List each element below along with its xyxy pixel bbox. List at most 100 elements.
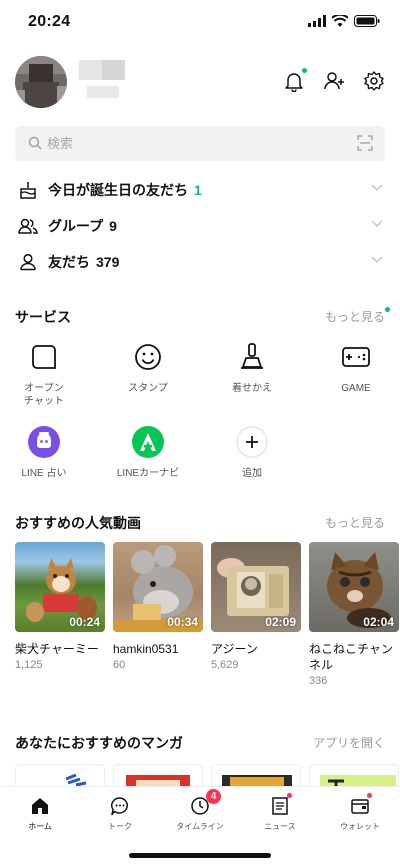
- home-indicator: [129, 853, 271, 858]
- tab-label: ウォレット: [340, 822, 380, 831]
- manga-open-app-link[interactable]: アプリを開く: [313, 734, 385, 751]
- bottom-tab-bar: ホーム トーク 4 タイムライン ニュース ウォレット: [0, 786, 400, 866]
- chevron-down-icon: [371, 256, 383, 263]
- video-thumbnail[interactable]: 00:34: [113, 542, 203, 632]
- wifi-icon: [332, 15, 348, 27]
- video-views: 5,629: [211, 659, 239, 671]
- car-navi-icon: [132, 426, 164, 458]
- row-count: 9: [109, 218, 117, 234]
- video-card[interactable]: 02:04 ねこねこチャンネル 336: [309, 542, 399, 687]
- tab-timeline[interactable]: 4 タイムライン: [160, 789, 240, 832]
- search-input[interactable]: [47, 126, 347, 161]
- video-title: ねこねこチャンネル: [309, 642, 393, 672]
- video-title: hamkin0531: [113, 642, 179, 656]
- tab-label: ニュース: [264, 822, 296, 831]
- tab-talk[interactable]: トーク: [80, 795, 160, 832]
- news-icon: [272, 797, 288, 815]
- service-car-navi[interactable]: LINEカーナビ: [103, 426, 193, 480]
- row-label: 今日が誕生日の友だち: [48, 182, 188, 198]
- friends-row[interactable]: 友だち 379: [15, 244, 385, 280]
- wallet-icon-wrap: [349, 793, 372, 817]
- chevron-down-icon: [371, 184, 383, 191]
- service-label: GAME: [341, 383, 371, 394]
- video-duration: 00:34: [167, 615, 198, 629]
- video-views: 60: [113, 659, 126, 671]
- status-bar: 20:24: [0, 0, 400, 46]
- news-icon-wrap: [269, 793, 292, 817]
- video-views: 336: [309, 675, 328, 687]
- service-label: 着せかえ: [232, 383, 272, 394]
- gear-icon: [364, 71, 384, 91]
- videos-title: おすすめの人気動画: [15, 515, 141, 531]
- video-thumbnail[interactable]: 00:24: [15, 542, 105, 632]
- services-new-dot: [385, 307, 390, 312]
- birthday-friends-row[interactable]: 今日が誕生日の友だち 1: [15, 172, 385, 208]
- service-label: LINE 占い: [21, 468, 67, 479]
- video-title: アジーン: [211, 642, 258, 656]
- video-duration: 00:24: [69, 615, 100, 629]
- service-openchat[interactable]: オープン チャット: [0, 341, 89, 408]
- wallet-icon: [351, 799, 369, 814]
- add-friend-icon: [324, 72, 344, 90]
- service-label: スタンプ: [128, 383, 168, 394]
- profile-name-blurred: [79, 60, 125, 80]
- top-actions: [283, 68, 385, 93]
- row-count: 379: [96, 254, 120, 270]
- signal-icon: [308, 15, 326, 27]
- status-time: 20:24: [28, 13, 71, 30]
- services-more-link[interactable]: もっと見る: [325, 308, 385, 325]
- video-thumbnail[interactable]: 02:04: [309, 542, 399, 632]
- chat-icon: [111, 797, 128, 816]
- add-friend-button[interactable]: [323, 70, 345, 92]
- status-icons: [308, 15, 380, 27]
- avatar[interactable]: [15, 56, 67, 108]
- chevron-down-icon: [371, 220, 383, 227]
- person-icon: [20, 253, 36, 271]
- video-thumbnail[interactable]: 02:09: [211, 542, 301, 632]
- service-add[interactable]: 追加: [207, 426, 297, 480]
- timeline-icon-wrap: 4: [189, 789, 221, 817]
- service-game[interactable]: GAME: [311, 341, 400, 395]
- news-dot: [287, 793, 292, 798]
- qr-scan-icon[interactable]: [357, 135, 373, 151]
- profile-status-blurred: [87, 86, 119, 98]
- brush-icon: [241, 343, 263, 369]
- services-title: サービス: [15, 309, 71, 325]
- tab-label: ホーム: [28, 822, 52, 831]
- row-count: 1: [194, 182, 202, 198]
- manga-title: あなたにおすすめのマンガ: [15, 735, 183, 751]
- row-label: 友だち: [48, 254, 90, 270]
- video-views: 1,125: [15, 659, 43, 671]
- tab-home[interactable]: ホーム: [0, 795, 80, 832]
- videos-more-link[interactable]: もっと見る: [325, 514, 385, 531]
- home-icon: [32, 798, 48, 814]
- gamepad-icon: [342, 347, 370, 367]
- video-card[interactable]: 02:09 アジーン 5,629: [211, 542, 301, 671]
- service-label: オープン チャット: [24, 383, 64, 407]
- video-duration: 02:09: [265, 615, 296, 629]
- notification-button[interactable]: [283, 68, 307, 93]
- notification-dot: [302, 68, 307, 73]
- profile-header[interactable]: [15, 56, 385, 112]
- timeline-badge: 4: [206, 789, 221, 804]
- settings-button[interactable]: [363, 70, 385, 92]
- search-icon: [28, 136, 42, 150]
- fortune-icon: [28, 426, 60, 458]
- video-duration: 02:04: [363, 615, 394, 629]
- service-label: LINEカーナビ: [116, 468, 180, 479]
- tab-wallet[interactable]: ウォレット: [320, 793, 400, 832]
- group-icon: [18, 218, 38, 234]
- groups-row[interactable]: グループ 9: [15, 208, 385, 244]
- tab-label: タイムライン: [176, 822, 224, 831]
- service-theme[interactable]: 着せかえ: [207, 341, 297, 395]
- plus-icon: [236, 426, 268, 458]
- tab-news[interactable]: ニュース: [240, 793, 320, 832]
- cake-icon: [20, 182, 36, 199]
- row-label: グループ: [48, 218, 104, 234]
- service-fortune[interactable]: LINE 占い: [0, 426, 89, 480]
- video-card[interactable]: 00:24 柴犬チャーミー 1,125: [15, 542, 105, 671]
- service-stamp[interactable]: スタンプ: [103, 341, 193, 395]
- video-card[interactable]: 00:34 hamkin0531 60: [113, 542, 203, 671]
- battery-icon: [354, 15, 380, 27]
- search-bar[interactable]: [15, 126, 385, 161]
